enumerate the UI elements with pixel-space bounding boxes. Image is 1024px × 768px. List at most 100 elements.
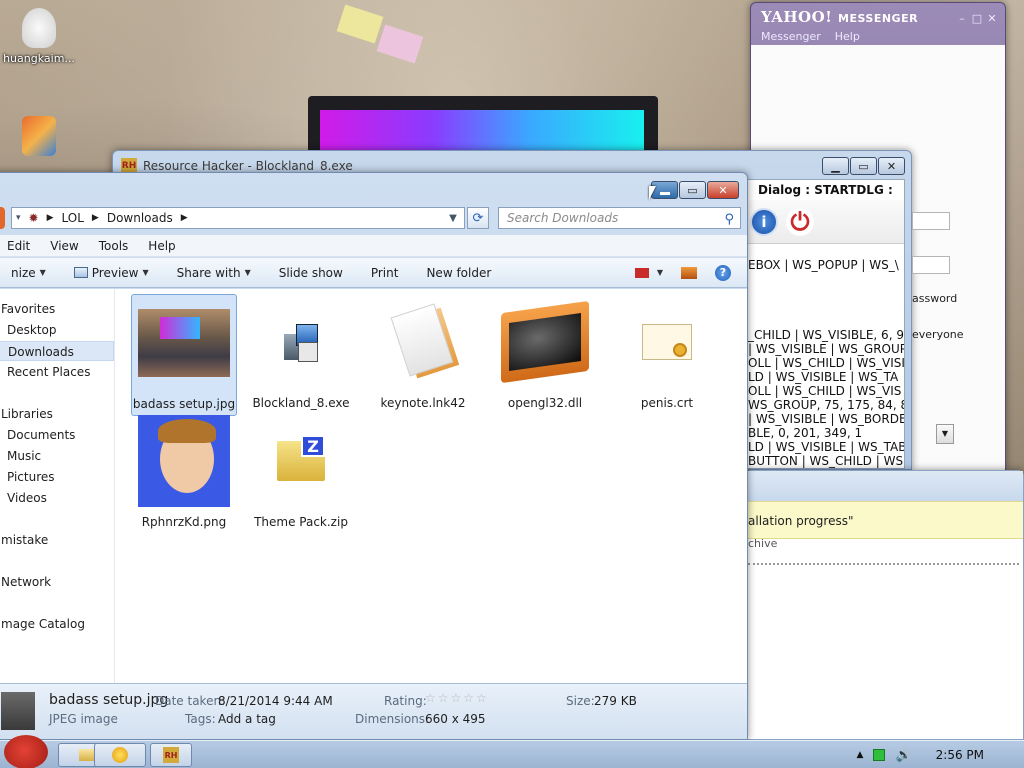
chevron-right-icon[interactable]: ▶ (181, 213, 188, 223)
nav-documents[interactable]: Documents (7, 425, 75, 445)
close-button[interactable]: ✕ (985, 9, 999, 27)
installer-titlebar (746, 471, 1023, 501)
nav-favorites[interactable]: Favorites (1, 299, 55, 319)
file-list: badass setup.jpg Blockland_8.exe keynote… (115, 289, 747, 683)
chevron-right-icon[interactable]: ▶ (92, 213, 99, 223)
user-icon (22, 8, 56, 48)
dialog-preview-pane: Dialog : STARTDLG : 1049 i ⏻ EBOX | WS_P… (743, 179, 905, 469)
address-dropdown-icon[interactable]: ▼ (442, 213, 464, 224)
desktop-icon-label: huangkaim... (3, 52, 75, 65)
size-label: Size: (566, 694, 595, 708)
show-hidden-icons[interactable]: ▲ (857, 750, 864, 760)
file-name: RphnrzKd.png (141, 515, 227, 529)
file-item[interactable]: penis.crt (614, 294, 720, 410)
organize-button[interactable]: nize ▼ (0, 266, 60, 280)
content-area: Favorites Desktop Downloads Recent Place… (0, 289, 747, 683)
menu-help[interactable]: Help (138, 239, 185, 253)
clock[interactable]: 2:56 PM (936, 748, 984, 762)
refresh-button[interactable]: ⟳ (467, 207, 489, 229)
installation-progress-text: allation progress" (746, 501, 1023, 539)
nav-image-catalog[interactable]: mage Catalog (1, 614, 85, 634)
app-icon (22, 116, 56, 156)
file-item[interactable]: opengl32.dll (492, 294, 598, 410)
nav-pictures[interactable]: Pictures (7, 467, 55, 487)
smiley-icon (112, 747, 128, 763)
file-item[interactable]: keynote.lnk42 (370, 294, 476, 410)
file-item[interactable]: RphnrzKd.png (131, 413, 237, 529)
search-icon[interactable]: ⚲ (724, 210, 734, 230)
menu-messenger[interactable]: Messenger (761, 30, 821, 43)
new-folder-button[interactable]: New folder (412, 266, 505, 280)
menu-edit[interactable]: Edit (0, 239, 40, 253)
command-bar: nize ▼ Preview ▼ Share with ▼ Slide show Pr… (0, 258, 747, 288)
details-filetype: JPEG image (49, 712, 118, 726)
menu-view[interactable]: View (40, 239, 88, 253)
size-value: 279 KB (594, 694, 637, 708)
taskbar-yahoo[interactable] (94, 743, 146, 767)
nav-network[interactable]: Network (1, 572, 51, 592)
change-view-button[interactable]: ▼ (634, 267, 663, 278)
nav-libraries[interactable]: Libraries (1, 404, 53, 424)
info-icon[interactable]: i (750, 207, 778, 236)
network-icon[interactable] (873, 749, 886, 761)
details-thumbnail (1, 692, 35, 730)
file-item[interactable]: Blockland_8.exe (248, 294, 354, 410)
maximize-button[interactable]: ▭ (679, 181, 706, 199)
preview-label-password: assword (912, 292, 958, 305)
date-taken-value[interactable]: 8/21/2014 9:44 AM (218, 694, 333, 708)
chevron-right-icon[interactable]: ▶ (47, 213, 54, 223)
menu-tools[interactable]: Tools (89, 239, 139, 253)
face-photo (136, 413, 232, 509)
minimize-button[interactable]: – (955, 9, 969, 27)
maximize-button[interactable]: □ (970, 9, 984, 27)
close-button[interactable]: ✕ (707, 181, 739, 199)
file-name: badass setup.jpg (132, 397, 236, 411)
share-with-button[interactable]: Share with ▼ (163, 266, 265, 280)
start-button-icon[interactable] (4, 735, 48, 768)
preview-button[interactable]: Preview ▼ (60, 266, 163, 280)
archive-label: chive (748, 537, 778, 550)
taskbar-resource-hacker[interactable]: RH (150, 743, 192, 767)
address-bar[interactable]: ▾ ✹ ▶ LOL ▶ Downloads ▶ ▼ (11, 207, 465, 229)
installer-window: allation progress" chive (745, 470, 1024, 740)
help-icon[interactable]: ? (715, 264, 731, 281)
close-button[interactable]: ✕ (878, 157, 905, 175)
dimensions-value: 660 x 495 (425, 712, 486, 726)
rating-label: Rating: (384, 694, 427, 708)
resource-hacker-icon: RH (163, 747, 179, 763)
nav-videos[interactable]: Videos (7, 488, 47, 508)
menu-help[interactable]: Help (835, 30, 860, 43)
power-icon[interactable]: ⏻ (786, 207, 814, 236)
desktop-icon-user[interactable]: huangkaim... (2, 8, 76, 65)
minimize-button[interactable]: ▁ (822, 157, 849, 175)
preview-textbox[interactable] (912, 256, 950, 274)
taskbar: RH ▲ 🔊 2:56 PM (0, 735, 1024, 768)
search-input[interactable]: Search Downloads ⚲ (498, 207, 741, 229)
breadcrumb-downloads[interactable]: Downloads (107, 211, 173, 225)
preview-textbox[interactable] (912, 212, 950, 230)
volume-icon[interactable]: 🔊 (895, 748, 911, 763)
tags-value[interactable]: Add a tag (218, 712, 276, 726)
mouse-cursor (649, 186, 656, 200)
file-name: Blockland_8.exe (252, 396, 350, 410)
nav-recent-places[interactable]: Recent Places (7, 362, 90, 382)
file-item[interactable]: badass setup.jpg (131, 294, 237, 416)
nav-mistake[interactable]: mistake (1, 530, 48, 550)
print-button[interactable]: Print (357, 266, 413, 280)
date-taken-label: Date taken: (155, 694, 226, 708)
desktop-icon-app[interactable] (2, 116, 76, 160)
preview-icon (73, 267, 88, 278)
breadcrumb-lol[interactable]: LOL (62, 211, 84, 225)
file-name: keynote.lnk42 (380, 396, 466, 410)
dropdown-small-icon[interactable]: ▾ (16, 213, 21, 223)
nav-downloads[interactable]: Downloads (0, 341, 114, 361)
back-button[interactable] (0, 207, 5, 229)
maximize-button[interactable]: ▭ (850, 157, 877, 175)
preview-combo-arrow[interactable]: ▼ (936, 424, 954, 444)
file-item[interactable]: Z Theme Pack.zip (248, 413, 354, 529)
preview-pane-icon[interactable] (681, 266, 697, 279)
slide-show-button[interactable]: Slide show (265, 266, 357, 280)
nav-desktop[interactable]: Desktop (7, 320, 57, 340)
rating-stars[interactable]: ☆☆☆☆☆ (425, 691, 489, 705)
nav-music[interactable]: Music (7, 446, 41, 466)
